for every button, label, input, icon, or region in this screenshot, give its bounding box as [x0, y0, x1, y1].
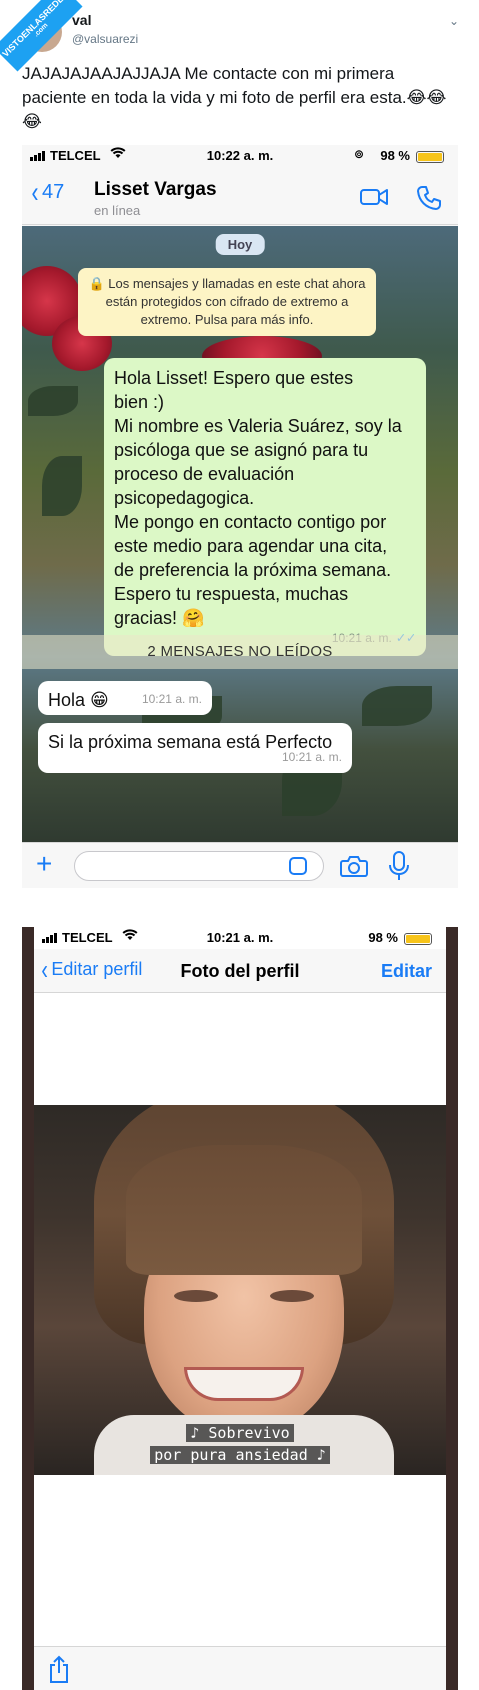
- message-line: Espero tu respuesta, muchas: [114, 584, 349, 604]
- unread-messages-banner: 2 MENSAJES NO LEÍDOS: [22, 635, 458, 669]
- leaf-decoration: [362, 686, 432, 726]
- tweet-text: JAJAJAJAAJAJJAJA Me contacte con mi prim…: [22, 64, 447, 131]
- photo-subtitle-line: por pura ansiedad ♪: [34, 1445, 446, 1465]
- mouth-shape: [184, 1367, 304, 1401]
- tweet-author-handle[interactable]: @valsuarezi: [72, 32, 138, 46]
- status-bar: TELCEL 10:21 a. m. 98 %: [34, 927, 446, 949]
- camera-icon[interactable]: [340, 855, 368, 877]
- bottom-spacer: [22, 888, 458, 927]
- video-call-icon[interactable]: [360, 187, 388, 207]
- encryption-notice[interactable]: 🔒 Los mensajes y llamadas en este chat a…: [78, 268, 376, 336]
- battery-icon: [404, 933, 432, 945]
- chevron-left-icon: ‹: [31, 175, 39, 209]
- tweet-author-name[interactable]: val: [72, 12, 91, 28]
- battery-percent: 98 %: [368, 930, 398, 945]
- incoming-message-bubble[interactable]: Hola 😁 10:21 a. m.: [38, 681, 212, 715]
- leaf-decoration: [28, 386, 78, 416]
- tweet: VISTOENLASREDES .com val @valsuarezi ⌄ JA…: [0, 0, 479, 145]
- bottom-toolbar: [34, 1646, 446, 1690]
- message-line: de preferencia la próxima semana.: [114, 560, 392, 580]
- battery-icon: [416, 151, 444, 163]
- sticker-icon[interactable]: [289, 857, 307, 875]
- back-button[interactable]: ‹ 47: [30, 175, 65, 209]
- message-input[interactable]: [74, 851, 324, 881]
- share-icon[interactable]: [48, 1655, 70, 1683]
- message-input-bar: +: [22, 842, 458, 888]
- phone-call-icon[interactable]: [416, 185, 442, 211]
- eye-shape: [270, 1290, 314, 1302]
- contact-status: en línea: [94, 203, 141, 218]
- plus-icon[interactable]: +: [36, 849, 52, 879]
- leaf-decoration: [42, 456, 82, 516]
- message-line: psicóloga que se asignó para tu: [114, 440, 369, 460]
- message-line: Hola Lisset! Espero que estes: [114, 368, 354, 388]
- date-pill: Hoy: [215, 234, 265, 255]
- chevron-left-icon: ‹: [41, 953, 48, 985]
- status-bar: TELCEL 10:22 a. m. ⊚ 98 %: [22, 145, 458, 167]
- navigation-bar: ‹ Editar perfil Foto del perfil Editar: [34, 949, 446, 993]
- edit-button[interactable]: Editar: [381, 961, 432, 982]
- contact-name[interactable]: Lisset Vargas: [94, 179, 217, 201]
- rotation-lock-icon: ⊚: [353, 147, 364, 161]
- profile-photo-screenshot: TELCEL 10:21 a. m. 98 % ‹ Editar perfil …: [22, 927, 458, 1690]
- battery-percent: 98 %: [380, 148, 410, 163]
- message-line: psicopedagogica.: [114, 488, 255, 508]
- message-line: proceso de evaluación: [114, 464, 295, 484]
- eye-shape: [174, 1290, 218, 1302]
- watermark-badge: VISTOENLASREDES .com: [0, 0, 83, 72]
- microphone-icon[interactable]: [388, 851, 410, 881]
- back-unread-count: 47: [42, 181, 65, 203]
- back-button[interactable]: ‹ Editar perfil: [40, 953, 143, 985]
- message-time: 10:21 a. m.: [141, 692, 202, 706]
- bangs-shape: [126, 1145, 362, 1275]
- incoming-message-text: Hola 😁: [48, 690, 109, 710]
- outgoing-message-bubble[interactable]: Hola Lisset! Espero que estes bien :) Mi n…: [104, 358, 426, 656]
- message-time: 10:21 a. m.: [281, 750, 342, 764]
- profile-photo[interactable]: ♪ Sobrevivo por pura ansiedad ♪: [34, 1105, 446, 1475]
- message-line: bien :): [114, 392, 165, 412]
- incoming-message-bubble[interactable]: Si la próxima semana está Perfecto 10:21…: [38, 723, 352, 773]
- message-line: Mi nombre es Valeria Suárez, soy la: [114, 416, 402, 436]
- chevron-down-icon[interactable]: ⌄: [449, 14, 459, 28]
- profile-photo-screen: TELCEL 10:21 a. m. 98 % ‹ Editar perfil …: [34, 927, 446, 1690]
- chat-header: ‹ 47 Lisset Vargas en línea: [22, 167, 458, 225]
- whatsapp-chat-screenshot: TELCEL 10:22 a. m. ⊚ 98 % ‹ 47 Lisset Va…: [22, 145, 458, 927]
- message-line: Me pongo en contacto contigo por: [114, 512, 387, 532]
- photo-subtitle-line: ♪ Sobrevivo: [34, 1423, 446, 1443]
- message-line: este medio para agendar una cita,: [114, 536, 388, 556]
- back-label: Editar perfil: [51, 959, 143, 979]
- chat-wallpaper: Hoy 🔒 Los mensajes y llamadas en este ch…: [22, 226, 458, 842]
- outgoing-message-text: Hola Lisset! Espero que estes bien :) Mi n…: [114, 366, 416, 630]
